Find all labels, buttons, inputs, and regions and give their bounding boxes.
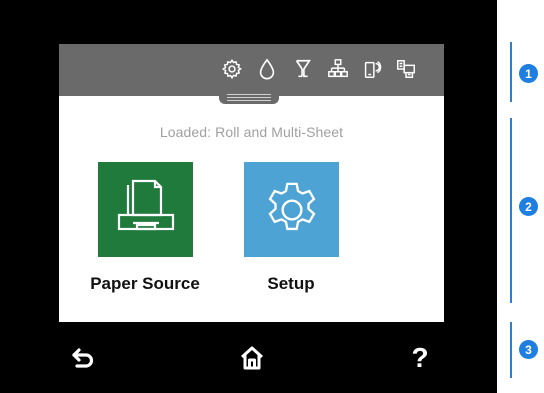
callout-2: 2 (519, 197, 538, 216)
callout-3: 3 (519, 340, 538, 359)
paper-source-button[interactable] (98, 162, 193, 257)
callout-bracket-1 (510, 42, 512, 102)
help-button[interactable]: ? (402, 340, 438, 376)
help-icon: ? (411, 342, 429, 373)
status-bar (59, 44, 444, 96)
callout-1: 1 (519, 64, 538, 83)
setup-label: Setup (267, 274, 315, 293)
setup-button[interactable] (244, 162, 339, 257)
paper-source-label: Paper Source (90, 274, 200, 293)
touchscreen: Loaded: Roll and Multi-Sheet Paper Sourc… (59, 44, 444, 322)
paper-source-icon (117, 179, 174, 230)
drawer-handle[interactable] (219, 90, 279, 104)
callout-bracket-2 (510, 118, 512, 303)
loaded-media-status: Loaded: Roll and Multi-Sheet (159, 124, 344, 140)
settings-icon[interactable] (219, 56, 245, 82)
callout-bracket-3 (510, 322, 512, 378)
gear-icon (268, 182, 315, 230)
back-icon (72, 348, 94, 368)
home-button[interactable] (234, 340, 270, 376)
home-icon (240, 346, 264, 370)
mobile-print-icon[interactable] (359, 56, 385, 82)
network-icon[interactable] (325, 56, 351, 82)
wifi-direct-icon[interactable] (290, 56, 316, 82)
printer-info-icon[interactable] (393, 56, 419, 82)
back-button[interactable] (66, 340, 102, 376)
printer-control-panel: Loaded: Roll and Multi-Sheet Paper Sourc… (0, 0, 497, 393)
ink-drop-icon[interactable] (254, 56, 280, 82)
